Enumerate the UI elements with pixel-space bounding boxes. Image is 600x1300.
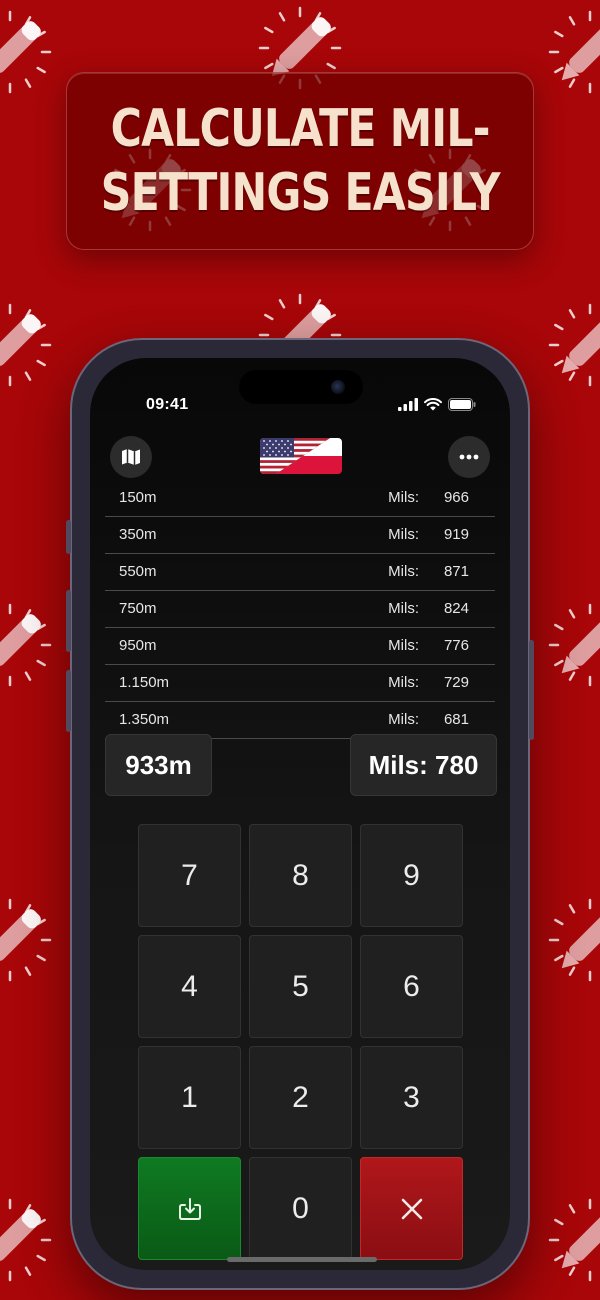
mils-display: Mils: 780	[350, 734, 497, 796]
home-indicator[interactable]	[227, 1257, 377, 1262]
row-mils-label: Mils:	[388, 674, 419, 691]
key-0[interactable]: 0	[249, 1157, 352, 1260]
row-mils-label: Mils:	[388, 563, 419, 580]
row-mils-value: 776	[443, 637, 469, 654]
close-icon	[401, 1198, 422, 1219]
save-download-icon	[178, 1197, 201, 1220]
table-row[interactable]: 1.150m Mils: 729	[105, 665, 495, 702]
clear-button[interactable]	[360, 1157, 463, 1260]
status-time: 09:41	[146, 396, 189, 413]
save-button[interactable]	[138, 1157, 241, 1260]
row-mils-label: Mils:	[388, 711, 419, 728]
row-mils-value: 729	[443, 674, 469, 691]
row-mils-label: Mils:	[388, 600, 419, 617]
more-button[interactable]	[448, 436, 490, 478]
row-mils-value: 824	[443, 600, 469, 617]
row-mils-label: Mils:	[388, 489, 419, 506]
headline-banner: CALCULATE MIL- SETTINGS EASILY	[66, 72, 534, 250]
status-icons	[398, 398, 476, 411]
row-distance: 950m	[119, 637, 157, 654]
battery-icon	[448, 398, 476, 411]
row-distance: 750m	[119, 600, 157, 617]
phone-frame: 09:41 150m Mils: 966 350m Mils: 919 550m…	[66, 338, 534, 1290]
table-row[interactable]: 550m Mils: 871	[105, 554, 495, 591]
row-distance: 1.350m	[119, 711, 170, 728]
headline-line-2: SETTINGS EASILY	[100, 163, 501, 223]
key-9[interactable]: 9	[360, 824, 463, 927]
table-row[interactable]: 350m Mils: 919	[105, 517, 495, 554]
camera-icon	[331, 380, 345, 394]
key-1[interactable]: 1	[138, 1046, 241, 1149]
phone-side-button	[66, 670, 71, 732]
key-6[interactable]: 6	[360, 935, 463, 1038]
phone-side-button	[529, 640, 534, 740]
row-distance: 550m	[119, 563, 157, 580]
key-8[interactable]: 8	[249, 824, 352, 927]
row-mils-value: 919	[443, 526, 469, 543]
table-row[interactable]: 750m Mils: 824	[105, 591, 495, 628]
row-mils-label: Mils:	[388, 526, 419, 543]
wifi-icon	[424, 398, 442, 411]
row-mils-label: Mils:	[388, 637, 419, 654]
cellular-signal-icon	[398, 398, 418, 411]
key-3[interactable]: 3	[360, 1046, 463, 1149]
more-icon	[459, 454, 479, 460]
table-row[interactable]: 150m Mils: 966	[105, 480, 495, 517]
row-mils-value: 966	[443, 489, 469, 506]
range-table: 150m Mils: 966 350m Mils: 919 550m Mils:…	[105, 480, 495, 739]
key-2[interactable]: 2	[249, 1046, 352, 1149]
row-distance: 1.150m	[119, 674, 170, 691]
phone-side-button	[66, 520, 71, 554]
row-distance: 150m	[119, 489, 157, 506]
row-distance: 350m	[119, 526, 157, 543]
row-mils-value: 681	[443, 711, 469, 728]
us-poland-flag[interactable]	[260, 438, 342, 474]
key-7[interactable]: 7	[138, 824, 241, 927]
key-5[interactable]: 5	[249, 935, 352, 1038]
row-mils-value: 871	[443, 563, 469, 580]
phone-screen: 09:41 150m Mils: 966 350m Mils: 919 550m…	[90, 358, 510, 1270]
key-4[interactable]: 4	[138, 935, 241, 1038]
distance-display: 933m	[105, 734, 212, 796]
phone-side-button	[66, 590, 71, 652]
table-row[interactable]: 950m Mils: 776	[105, 628, 495, 665]
map-button[interactable]	[110, 436, 152, 478]
map-icon	[122, 449, 140, 465]
dynamic-island	[239, 370, 363, 404]
headline-line-1: CALCULATE MIL-	[110, 99, 491, 159]
